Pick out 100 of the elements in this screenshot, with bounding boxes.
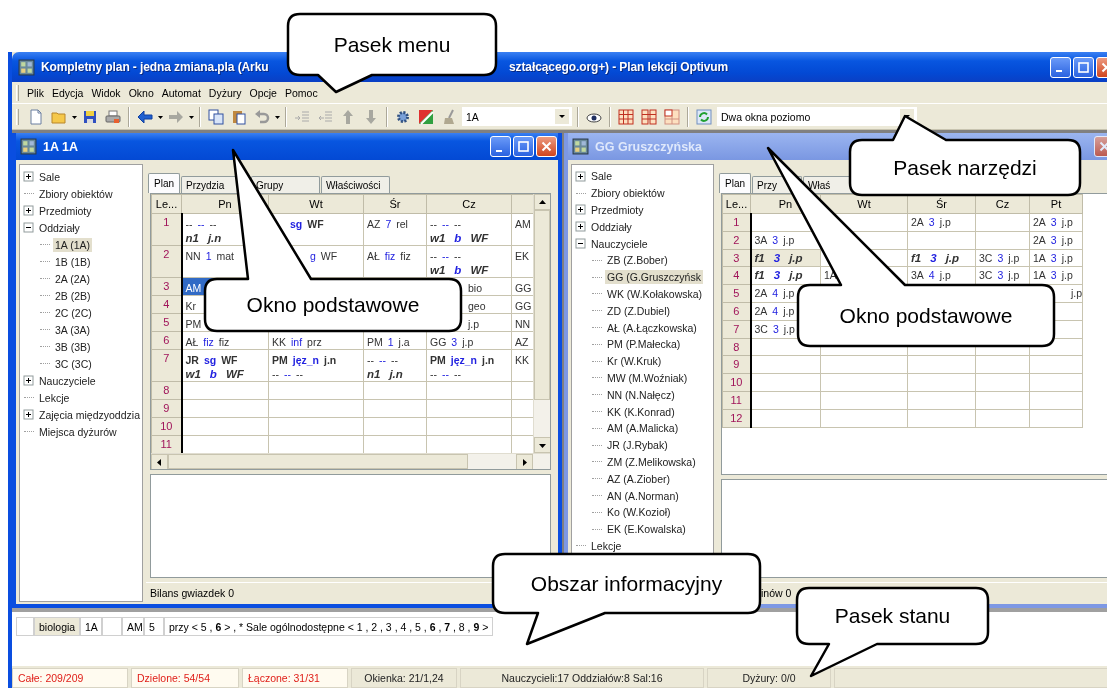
table-cell[interactable]: -- -- -- w1 b WF [426, 213, 512, 246]
tree-item[interactable]: AN (A.Norman) [605, 488, 681, 503]
menu-item[interactable]: Automat [157, 84, 205, 101]
tree-item[interactable]: EK (E.Kowalska) [605, 522, 688, 537]
menu-item[interactable]: Plik [23, 84, 48, 101]
copy-icon[interactable] [208, 108, 224, 125]
table-cell[interactable]: PM jęz_n j.n -- -- -- [426, 349, 512, 382]
tree-item[interactable]: Kr (W.Kruk) [605, 354, 664, 369]
tab[interactable]: Grupy [251, 176, 320, 193]
printer-icon[interactable] [105, 108, 121, 125]
tree-item[interactable]: 1A (1A) [53, 237, 93, 252]
tree-item[interactable]: ZM (Z.Melikowska) [605, 454, 698, 469]
tree-item[interactable]: AZ (A.Ziober) [605, 471, 672, 486]
tree-item[interactable]: Lekcje [37, 390, 72, 405]
undo-icon[interactable] [254, 108, 270, 125]
expand-icon[interactable] [23, 375, 34, 386]
tree-item[interactable]: GG (G.Gruszczyńsk [605, 270, 703, 285]
broom-icon[interactable] [441, 108, 457, 125]
table-cell[interactable]: JR sg WF w1 b WF [181, 349, 269, 382]
table-cell[interactable]: PM jęz_n j.n -- -- -- [268, 349, 364, 382]
save-icon[interactable] [82, 108, 98, 125]
class-dropdown[interactable]: 1A [462, 107, 572, 126]
tree-item[interactable]: 2A (2A) [53, 271, 93, 286]
tree-item[interactable]: PM (P.Małecka) [605, 337, 683, 352]
tree-item[interactable]: AŁ (A.Łączkowska) [605, 320, 699, 335]
left-arrow-icon[interactable] [156, 458, 163, 466]
minimize-button[interactable] [1050, 56, 1071, 78]
grid-cell-icon[interactable] [664, 108, 680, 125]
menu-item[interactable]: Opcje [245, 84, 281, 101]
back-arrow-icon[interactable] [137, 108, 153, 125]
tab[interactable]: Właściwości [321, 176, 390, 193]
expand-icon[interactable] [575, 221, 586, 233]
menu-item[interactable]: Edycja [47, 84, 88, 101]
tree-item[interactable]: Zajęcia międzyoddzia [37, 407, 142, 422]
expand-icon[interactable] [23, 409, 34, 420]
grid-columns-icon[interactable] [641, 108, 657, 125]
down-arrow-icon[interactable] [539, 441, 546, 449]
tree-item[interactable]: 3A (3A) [53, 322, 93, 337]
expand-icon[interactable] [575, 170, 586, 182]
table-cell[interactable]: -- -- -- n1 j.n [363, 349, 427, 382]
paste-icon[interactable] [231, 108, 247, 125]
tree-item[interactable]: Przedmioty [37, 203, 94, 218]
tree-item[interactable]: NN (N.Nałęcz) [605, 387, 677, 402]
layout-dropdown[interactable]: Dwa okna poziomo [717, 107, 917, 126]
refresh-icon[interactable] [696, 108, 712, 125]
tab[interactable]: Plan [719, 173, 751, 193]
tree-item[interactable]: 2C (2C) [53, 305, 94, 320]
table-cell[interactable]: AŁ fiz fiz [363, 245, 427, 278]
tree-item[interactable]: MW (M.Woźniak) [605, 370, 690, 385]
tree-item[interactable]: Miejsca dyżurów [37, 424, 119, 439]
expand-icon[interactable] [575, 204, 586, 216]
menu-item[interactable]: Widok [87, 84, 125, 101]
menu-item[interactable]: Dyżury [204, 84, 246, 101]
tree-item[interactable]: AM (A.Malicka) [605, 421, 681, 436]
tree-item[interactable]: WK (W.Kołakowska) [605, 286, 705, 301]
menu-item[interactable]: Okno [124, 84, 158, 101]
forward-arrow-icon[interactable] [168, 108, 184, 125]
tree-item[interactable]: 1B (1B) [53, 254, 93, 269]
menu-item[interactable]: Pomoc [280, 84, 322, 101]
close-button[interactable] [536, 136, 557, 157]
collapse-icon[interactable] [23, 222, 34, 233]
column-header: Le... [722, 194, 751, 214]
tree-item[interactable]: 3B (3B) [53, 339, 93, 354]
tree-item[interactable]: Nauczyciele [37, 373, 98, 388]
tree-item[interactable]: KK (K.Konrad) [605, 404, 677, 419]
tree-item[interactable]: 2B (2B) [53, 288, 93, 303]
tree-item[interactable]: Sale [589, 169, 614, 184]
collapse-icon[interactable] [575, 238, 586, 250]
grid-icon[interactable] [618, 108, 634, 125]
tree-item[interactable]: Oddziały [589, 219, 634, 234]
tab[interactable]: Plan [148, 173, 180, 193]
vertical-scrollbar[interactable] [533, 194, 550, 453]
tree-item[interactable]: Zbiory obiektów [589, 186, 667, 201]
tree-item[interactable]: Lekcje [589, 538, 624, 553]
right-arrow-icon[interactable] [521, 458, 528, 466]
color-palette-icon[interactable] [418, 108, 434, 125]
table-cell[interactable]: -- -- -- w1 b WF [426, 245, 512, 278]
tree-item[interactable]: Sale [37, 169, 62, 184]
minimize-button[interactable] [490, 136, 511, 157]
tree-item[interactable]: Zbiory obiektów [37, 186, 115, 201]
scroll-thumb[interactable] [168, 454, 468, 469]
tree-item[interactable]: Ko (W.Kozioł) [605, 505, 673, 520]
tree-item[interactable]: ZD (Z.Dubiel) [605, 303, 672, 318]
expand-icon[interactable] [23, 171, 34, 182]
tree-item[interactable]: JR (J.Rybak) [605, 438, 670, 453]
new-file-icon[interactable] [28, 108, 44, 125]
tree-item[interactable]: Oddziały [37, 220, 82, 235]
table-cell[interactable]: AZ 7 rel [363, 213, 427, 246]
horizontal-scrollbar[interactable] [151, 453, 550, 469]
maximize-button[interactable] [513, 136, 534, 157]
subject-field: biologia [34, 617, 80, 636]
tree-item[interactable]: ZB (Z.Bober) [605, 253, 670, 268]
up-arrow-icon[interactable] [539, 198, 546, 206]
tree-item[interactable]: Nauczyciele [589, 236, 650, 251]
maximize-button[interactable] [1073, 56, 1094, 78]
tree-item[interactable]: Przedmioty [589, 203, 646, 217]
gear-icon[interactable] [395, 108, 411, 125]
expand-icon[interactable] [23, 205, 34, 216]
tree-item[interactable]: 3C (3C) [53, 356, 94, 371]
scroll-thumb[interactable] [534, 210, 550, 400]
